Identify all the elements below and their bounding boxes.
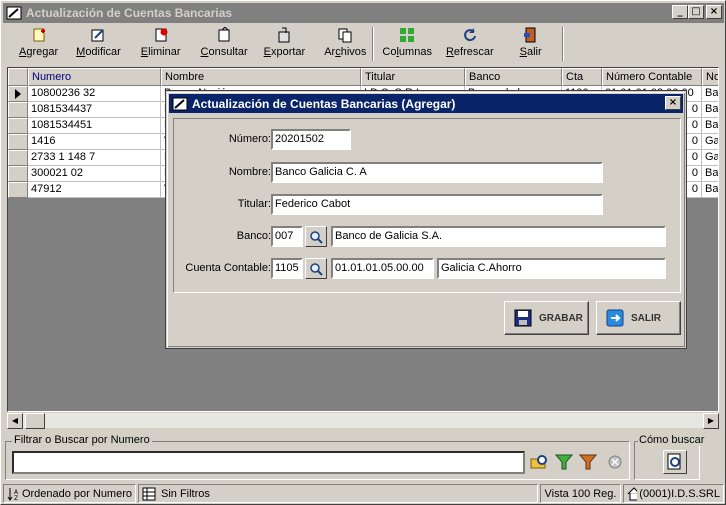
sort-icon: AZ (7, 487, 19, 501)
grabar-button[interactable]: GRABAR (504, 301, 589, 335)
titular-label: Titular: (237, 198, 271, 210)
nombre-field[interactable]: Banco Galicia C. A (271, 162, 603, 183)
column-header-titular[interactable]: Titular (361, 68, 465, 86)
exit-door-icon (523, 27, 536, 43)
column-header-no[interactable]: No (702, 68, 718, 86)
banco-label: Banco: (236, 230, 271, 242)
dialog-titlebar[interactable]: Actualización de Cuentas Bancarias (Agre… (169, 94, 683, 113)
folder-search-icon (530, 455, 547, 469)
numero-field[interactable]: 20201502 (271, 129, 351, 150)
files-icon (338, 28, 352, 43)
cuenta-lookup-button[interactable] (305, 258, 327, 279)
window-title: Actualización de Cuentas Bancarias (26, 6, 233, 20)
grid-icon (142, 487, 156, 500)
nombre-label: Nombre: (228, 166, 271, 178)
how-to-search-button[interactable] (663, 450, 687, 474)
titular-field[interactable]: Federico Cabot (271, 194, 603, 215)
toolbar-separator-2 (561, 27, 564, 61)
salir-button[interactable]: SALIR (596, 301, 681, 335)
add-icon (33, 28, 45, 42)
dialog-close-button[interactable]: × (665, 96, 681, 110)
dialog-app-icon (172, 96, 188, 112)
minimize-button[interactable]: _ (672, 5, 688, 19)
column-header-nombre[interactable]: Nombre (161, 68, 361, 86)
scroll-thumb[interactable] (25, 413, 45, 429)
status-order: AZ Ordenado por Numero (3, 484, 136, 503)
filter-group: Filtrar o Buscar por Numero (5, 434, 630, 480)
cuenta-contable-label: Cuenta Contable: (185, 262, 271, 274)
filter-remove-icon (579, 454, 597, 470)
filter-apply-button[interactable] (552, 450, 576, 474)
column-header-cta[interactable]: Cta (562, 68, 602, 86)
add-account-dialog: Actualización de Cuentas Bancarias (Agre… (165, 90, 687, 349)
columnas-button[interactable]: Columnas (382, 25, 432, 63)
scroll-left-button[interactable]: ◀ (7, 413, 23, 429)
cuenta-name-field: Galicia C.Ahorro (437, 258, 666, 279)
toolbar: Agregar Modificar Eliminar Consultar Exp… (5, 25, 723, 65)
clear-input-button[interactable] (603, 450, 627, 474)
exportar-button[interactable]: Exportar (264, 25, 305, 63)
numero-label: Número: (228, 133, 271, 145)
dialog-form-panel: Número: 20201502 Nombre: Banco Galicia C… (173, 118, 681, 293)
filter-clear-button[interactable] (576, 450, 600, 474)
horizontal-scrollbar[interactable]: ◀ ▶ (7, 412, 719, 429)
main-titlebar[interactable]: Actualización de Cuentas Bancarias _ □ × (3, 3, 724, 23)
cuenta-code-field[interactable]: 1105 (271, 258, 303, 279)
view-icon (218, 27, 230, 42)
how-to-search-legend: Cómo buscar (638, 434, 706, 446)
consultar-button[interactable]: Consultar (201, 25, 248, 63)
save-disk-icon (514, 309, 532, 327)
toolbar-separator (372, 27, 375, 61)
row-indicator (8, 86, 28, 102)
column-header-banco[interactable]: Banco (465, 68, 562, 86)
search-folder-button[interactable] (527, 450, 551, 474)
refresh-icon (463, 28, 476, 42)
grid-header: Numero Nombre Titular Banco Cta Número C… (8, 68, 718, 86)
close-button[interactable]: × (706, 5, 722, 19)
search-icon (310, 262, 323, 276)
svg-text:Z: Z (14, 495, 18, 501)
archivos-button[interactable]: Archivos (324, 25, 366, 63)
status-filters: Sin Filtros (138, 484, 538, 503)
exit-arrow-icon (606, 309, 624, 327)
filter-input[interactable] (12, 451, 525, 474)
agregar-button[interactable]: Agregar (19, 25, 58, 63)
column-header-numero-contable[interactable]: Número Contable (602, 68, 702, 86)
how-to-search-group: Cómo buscar (634, 434, 706, 480)
magnifier-doc-icon (667, 453, 681, 470)
app-icon (6, 5, 22, 21)
refrescar-button[interactable]: Refrescar (446, 25, 494, 63)
status-view: Vista 100 Reg. (540, 484, 621, 503)
scroll-right-button[interactable]: ▶ (703, 413, 719, 429)
cuenta-number-field: 01.01.01.05.00.00 (331, 258, 434, 279)
status-company: (0001)I.D.S.SRL (623, 484, 724, 503)
delete-icon (155, 28, 168, 42)
banco-name-field: Banco de Galicia S.A. (331, 226, 666, 247)
status-bar: AZ Ordenado por Numero Sin Filtros Vista… (3, 484, 724, 503)
close-circle-icon (608, 455, 622, 469)
export-icon (278, 27, 290, 43)
header-indicator (8, 68, 28, 86)
salir-toolbar-button[interactable]: Salir (520, 25, 542, 63)
maximize-button[interactable]: □ (688, 5, 704, 19)
eliminar-button[interactable]: Eliminar (141, 25, 181, 63)
modificar-button[interactable]: Modificar (76, 25, 121, 63)
filter-funnel-icon (555, 454, 573, 470)
banco-lookup-button[interactable] (305, 226, 327, 247)
filter-legend: Filtrar o Buscar por Numero (12, 434, 152, 446)
home-icon (627, 486, 638, 500)
banco-code-field[interactable]: 007 (271, 226, 303, 247)
column-header-numero[interactable]: Numero (28, 68, 161, 86)
dialog-title: Actualización de Cuentas Bancarias (Agre… (192, 96, 456, 111)
columns-icon (400, 28, 415, 42)
search-icon (310, 230, 323, 244)
edit-icon (91, 29, 105, 42)
